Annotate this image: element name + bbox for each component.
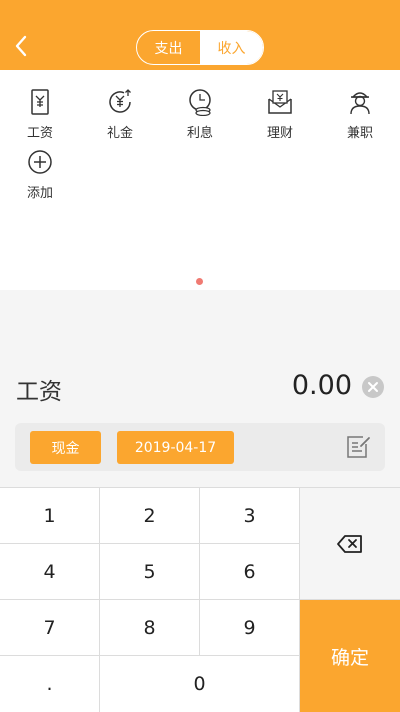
category-label: 兼职	[346, 126, 373, 141]
category-parttime[interactable]: 兼职	[320, 88, 400, 144]
key-3[interactable]: 3	[200, 488, 300, 544]
category-label: 工资	[26, 126, 53, 141]
amount-display: 0.00	[291, 370, 352, 401]
confirm-button[interactable]: 确定	[300, 600, 400, 712]
pager-dot	[196, 278, 203, 285]
key-5[interactable]: 5	[100, 544, 200, 600]
numeric-keypad: 1 2 3 4 5 6 7 8 9 . 0 确定	[0, 487, 400, 712]
category-grid: 工资 礼金 利息 理财 兼职 添加	[0, 70, 400, 290]
category-label: 利息	[186, 126, 213, 141]
header: 支出 收入	[0, 0, 400, 70]
date-button[interactable]: 2019-04-17	[117, 431, 234, 464]
category-label: 添加	[26, 186, 53, 201]
category-label: 理财	[266, 126, 293, 141]
key-8[interactable]: 8	[100, 600, 200, 656]
category-gift-money[interactable]: 礼金	[80, 88, 160, 144]
interest-icon	[189, 89, 211, 116]
tab-income[interactable]: 收入	[200, 31, 263, 64]
finance-icon	[268, 90, 292, 114]
parttime-icon	[350, 92, 370, 115]
add-icon	[28, 150, 52, 174]
category-add[interactable]: 添加	[0, 148, 80, 204]
key-2[interactable]: 2	[100, 488, 200, 544]
note-edit-icon[interactable]	[345, 434, 371, 460]
account-button[interactable]: 现金	[30, 431, 101, 464]
selected-category: 工资	[16, 379, 62, 405]
key-0[interactable]: 0	[100, 656, 300, 712]
key-1[interactable]: 1	[0, 488, 100, 544]
key-4[interactable]: 4	[0, 544, 100, 600]
entry-options: 现金 2019-04-17	[15, 423, 385, 471]
gift-money-icon	[109, 89, 131, 113]
category-label: 礼金	[106, 126, 133, 141]
backspace-icon	[337, 534, 362, 553]
clear-icon[interactable]	[362, 376, 384, 398]
category-finance[interactable]: 理财	[240, 88, 320, 144]
key-7[interactable]: 7	[0, 600, 100, 656]
category-interest[interactable]: 利息	[160, 88, 240, 144]
key-decimal[interactable]: .	[0, 656, 100, 712]
salary-icon	[31, 89, 49, 115]
back-arrow-icon[interactable]	[10, 32, 34, 60]
amount-panel: 工资 0.00 现金 2019-04-17	[0, 290, 400, 487]
type-toggle: 支出 收入	[136, 30, 264, 65]
category-salary[interactable]: 工资	[0, 88, 80, 144]
backspace-key[interactable]	[300, 488, 400, 600]
key-9[interactable]: 9	[200, 600, 300, 656]
tab-expense[interactable]: 支出	[137, 31, 200, 64]
key-6[interactable]: 6	[200, 544, 300, 600]
